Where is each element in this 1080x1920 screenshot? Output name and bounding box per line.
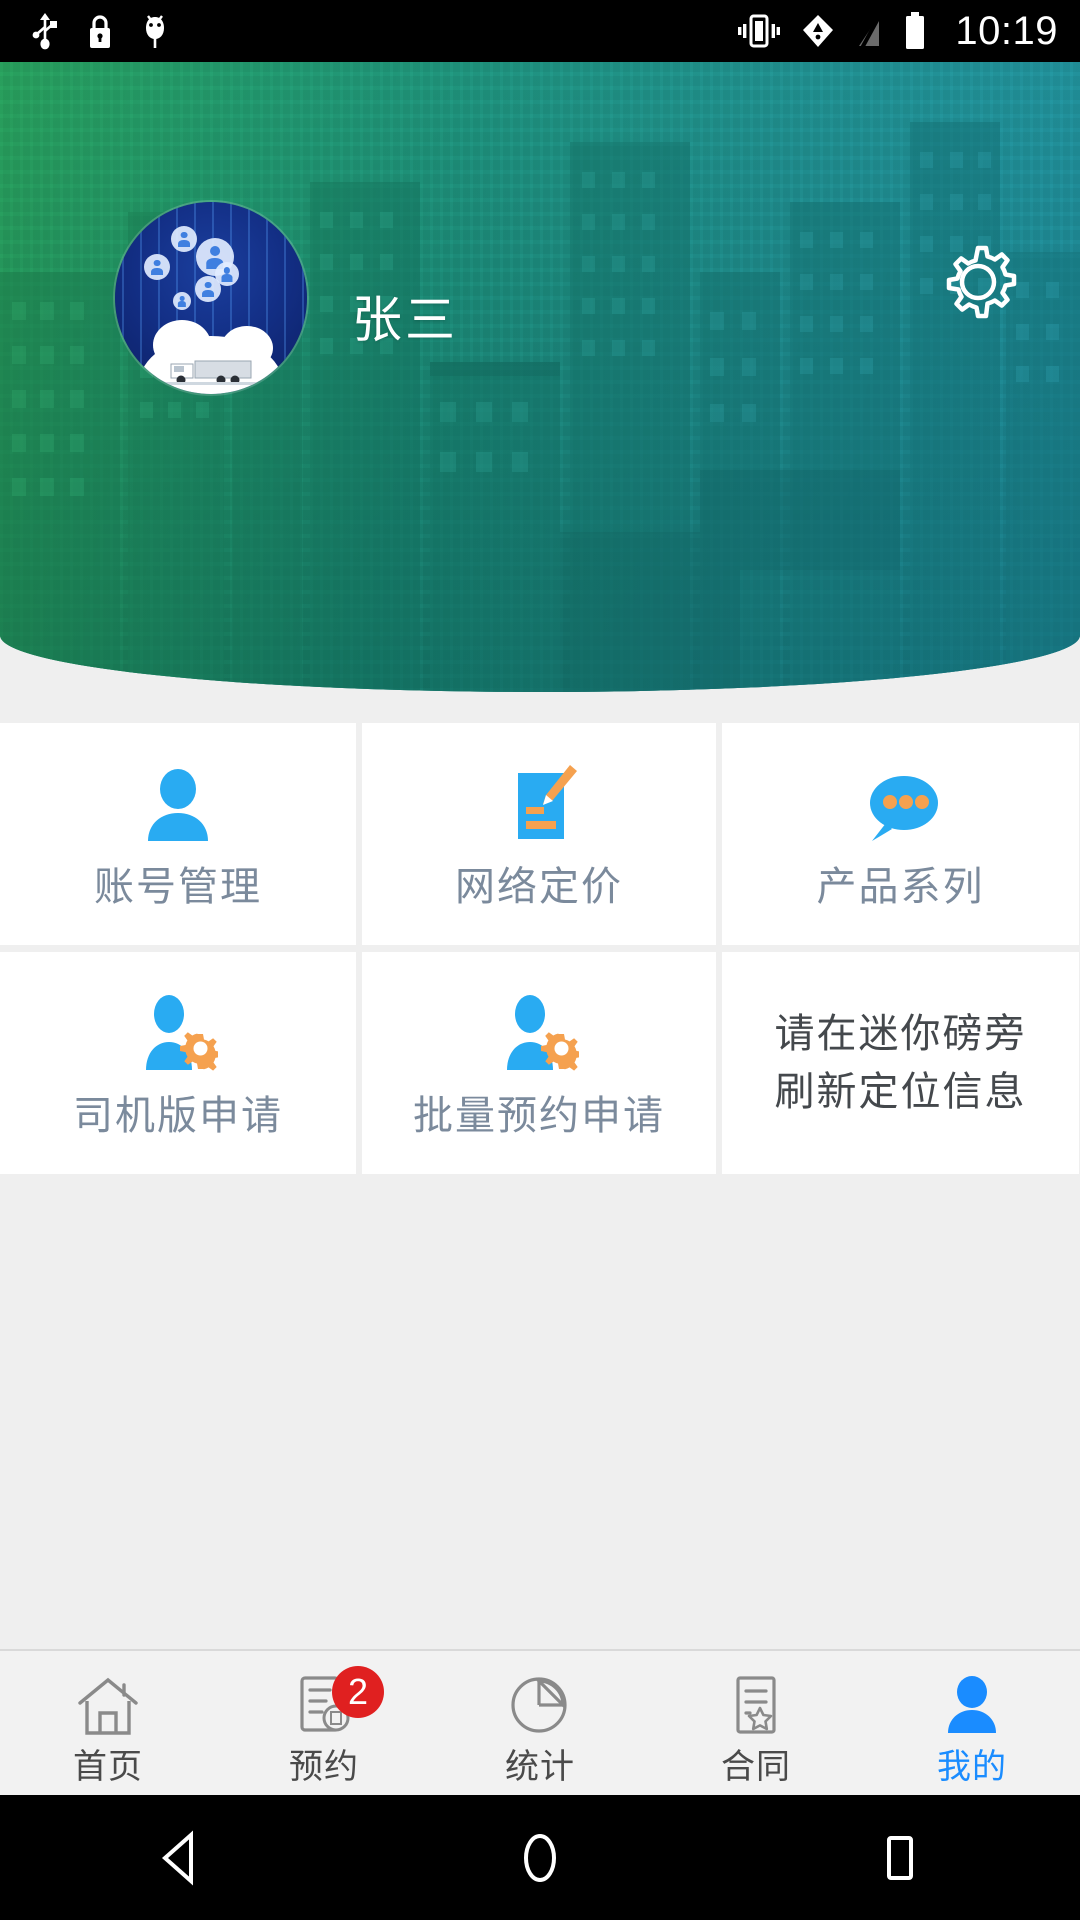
bottom-navigation: 首页 2 预约 统计 合同 我的 (0, 1649, 1080, 1797)
avatar[interactable] (115, 202, 307, 394)
home-icon (76, 1672, 140, 1740)
avatar-network-node (195, 276, 221, 302)
grid-item-network-pricing[interactable]: 网络定价 (362, 723, 716, 945)
nav-item-home[interactable]: 首页 (0, 1651, 216, 1797)
grid-item-label: 产品系列 (816, 865, 985, 909)
person-icon (139, 761, 217, 845)
avatar-network-node (171, 226, 197, 252)
home-circle-icon (524, 1833, 556, 1882)
grid-item-batch-appointment-application[interactable]: 批量预约申请 (362, 952, 716, 1174)
android-debug-icon (146, 15, 164, 48)
android-system-nav (0, 1795, 1080, 1920)
nav-item-appointment[interactable]: 2 预约 (216, 1651, 432, 1797)
recents-button[interactable] (800, 1795, 1000, 1920)
note-line-2: 刷新定位信息 (774, 1070, 1027, 1114)
recents-square-icon (887, 1835, 913, 1880)
user-name: 张三 (352, 292, 458, 348)
nav-label: 合同 (721, 1748, 791, 1786)
vibrate-icon (738, 14, 781, 48)
home-button[interactable] (440, 1795, 640, 1920)
avatar-network-node (173, 292, 191, 310)
nav-item-statistics[interactable]: 统计 (432, 1651, 648, 1797)
profile-header: 张三 (0, 62, 1080, 692)
notification-badge: 2 (332, 1666, 384, 1718)
grid-item-label: 网络定价 (455, 865, 623, 909)
avatar-network-node (144, 254, 170, 280)
status-bar: 10:19 (0, 0, 1080, 62)
back-triangle-icon (161, 1830, 193, 1885)
grid-item-label: 批量预约申请 (413, 1094, 665, 1138)
lock-icon (90, 15, 110, 48)
document-pencil-icon (500, 761, 578, 845)
nav-item-profile[interactable]: 我的 (864, 1651, 1080, 1797)
settings-button[interactable] (930, 234, 1026, 330)
app-screen: 10:19 张三 账号管理 网络定价 产品系列 司机版申请 批量预约申请 请在迷… (0, 0, 1080, 1920)
contract-star-icon (724, 1672, 788, 1740)
note-line-1: 请在迷你磅旁 (774, 1012, 1027, 1056)
battery-icon (906, 12, 925, 49)
back-button[interactable] (80, 1795, 280, 1920)
signal-off-icon (859, 14, 883, 49)
grid-item-location-refresh-note[interactable]: 请在迷你磅旁 刷新定位信息 (722, 952, 1079, 1174)
usb-icon (32, 13, 57, 50)
status-bar-left-icons (30, 11, 170, 51)
grid-item-driver-application[interactable]: 司机版申请 (0, 952, 356, 1174)
speech-bubble-icon (858, 761, 944, 845)
nav-label: 预约 (289, 1748, 359, 1786)
nav-label: 我的 (937, 1748, 1007, 1786)
feature-grid: 账号管理 网络定价 产品系列 司机版申请 批量预约申请 请在迷你磅旁 刷新定位信… (0, 723, 1080, 1174)
gear-icon (946, 245, 1017, 319)
grid-item-product-series[interactable]: 产品系列 (722, 723, 1079, 945)
person-gear-icon (499, 990, 579, 1074)
nav-item-contract[interactable]: 合同 (648, 1651, 864, 1797)
grid-item-label: 账号管理 (94, 865, 262, 909)
person-gear-icon (138, 990, 218, 1074)
avatar-truck-icon (161, 360, 265, 385)
status-bar-right-icons: 10:19 (737, 11, 1058, 51)
grid-item-account-management[interactable]: 账号管理 (0, 723, 356, 945)
wifi-icon (803, 15, 834, 47)
pie-chart-icon (508, 1672, 572, 1740)
appointment-doc-icon: 2 (292, 1666, 384, 1740)
nav-label: 首页 (73, 1748, 143, 1786)
person-icon (940, 1672, 1004, 1740)
status-bar-clock: 10:19 (955, 9, 1058, 53)
grid-item-label: 司机版申请 (73, 1094, 283, 1138)
nav-label: 统计 (505, 1748, 575, 1786)
